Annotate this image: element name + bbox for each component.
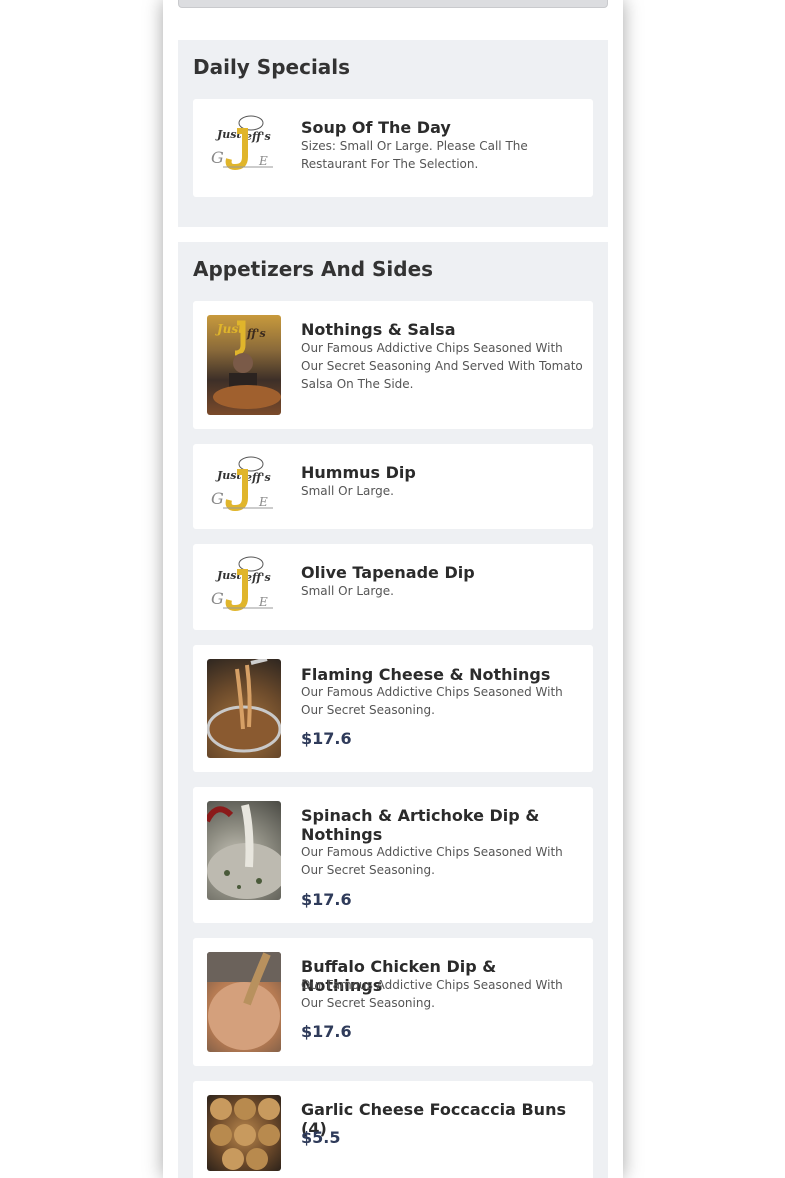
menu-item-price: $17.6 [301,890,352,909]
menu-item-name: Nothings & Salsa [301,320,456,339]
item-photo [207,1095,281,1171]
restaurant-logo-icon: Just eff's G E [211,556,273,612]
menu-item-description: Small Or Large. [301,584,394,598]
menu-item-description: Our Famous Addictive Chips Seasoned With… [301,978,563,1010]
menu-item-name: Soup Of The Day [301,118,451,137]
svg-text:E: E [258,595,268,609]
photo-icon [207,952,281,1050]
menu-item-description: Small Or Large. [301,484,394,498]
photo-icon [210,1098,280,1170]
menu-item-description: Our Famous Addictive Chips Seasoned With… [301,341,583,391]
search-bar[interactable] [178,0,608,8]
item-photo [207,659,281,758]
menu-item-description: Our Famous Addictive Chips Seasoned With… [301,845,563,877]
svg-text:E: E [258,495,268,509]
item-photo [207,952,281,1052]
menu-item-price: $17.6 [301,729,352,748]
restaurant-logo-image: Just eff's G E [207,552,281,622]
svg-text:E: E [258,154,268,168]
menu-item-card[interactable]: Garlic Cheese Foccaccia Buns (4) $5.5 [193,1081,593,1178]
item-photo: Just ff's [207,315,281,415]
menu-item-card[interactable]: Just ff's Nothings & Salsa Our Famous Ad… [193,301,593,429]
section-appetizers-and-sides: Appetizers And Sides Just ff's Nothings … [178,242,608,1178]
restaurant-logo-image: Just eff's G E [207,113,281,183]
menu-item-name: Olive Tapenade Dip [301,563,475,582]
photo-icon [207,659,281,753]
section-title: Daily Specials [193,55,351,79]
svg-text:G: G [211,489,224,508]
menu-item-card[interactable]: Just eff's G E Soup Of The Day Sizes: Sm… [193,99,593,197]
menu-item-name: Flaming Cheese & Nothings [301,665,551,684]
restaurant-logo-icon: Just eff's G E [211,115,273,171]
svg-text:G: G [211,148,224,167]
menu-item-name: Garlic Cheese Foccaccia Buns (4) [301,1100,566,1138]
menu-item-name: Spinach & Artichoke Dip & Nothings [301,806,540,844]
menu-item-description: Our Famous Addictive Chips Seasoned With… [301,685,563,717]
menu-item-name: Hummus Dip [301,463,416,482]
menu-item-card[interactable]: Buffalo Chicken Dip & Nothings Our Famou… [193,938,593,1066]
menu-item-card[interactable]: Flaming Cheese & Nothings Our Famous Add… [193,645,593,772]
photo-icon: Just ff's [213,320,281,409]
menu-item-price: $17.6 [301,1022,352,1041]
svg-text:ff's: ff's [246,327,266,340]
restaurant-logo-icon: Just eff's G E [211,456,273,512]
svg-text:eff's: eff's [245,130,271,143]
menu-item-card[interactable]: Spinach & Artichoke Dip & Nothings Our F… [193,787,593,923]
restaurant-logo-image: Just eff's G E [207,452,281,522]
menu-item-card[interactable]: Just eff's G E Olive Tapenade Dip Small … [193,544,593,630]
menu-item-price: $5.5 [301,1128,341,1147]
photo-icon [207,804,281,899]
menu-item-card[interactable]: Just eff's G E Hummus Dip Small Or Large… [193,444,593,529]
svg-text:eff's: eff's [245,471,271,484]
item-photo [207,801,281,900]
section-daily-specials: Daily Specials Just eff's G E Soup Of Th… [178,40,608,227]
menu-item-description: Sizes: Small Or Large. Please Call The R… [301,139,528,171]
section-title: Appetizers And Sides [193,257,434,281]
svg-text:eff's: eff's [245,571,271,584]
svg-text:G: G [211,589,224,608]
